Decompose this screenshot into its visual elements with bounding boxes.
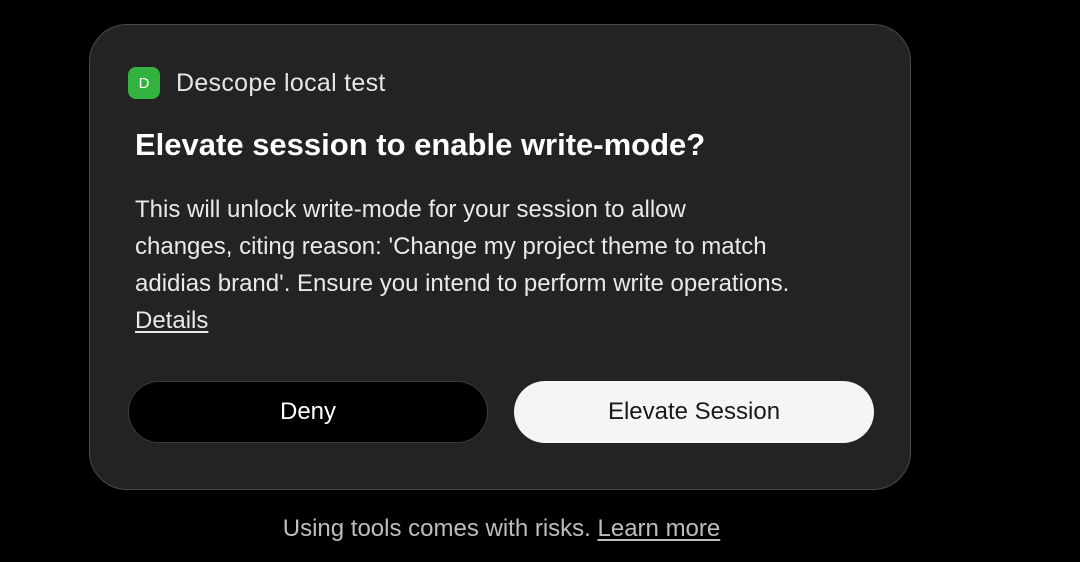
page: D Descope local test Elevate session to … bbox=[0, 0, 1080, 562]
app-name: Descope local test bbox=[176, 68, 386, 97]
deny-button[interactable]: Deny bbox=[128, 381, 488, 443]
risk-notice-text: Using tools comes with risks. bbox=[282, 515, 591, 542]
description-line: changes, citing reason: 'Change my proje… bbox=[135, 233, 767, 260]
app-header: D Descope local test bbox=[128, 67, 386, 99]
elevate-session-button[interactable]: Elevate Session bbox=[514, 381, 874, 443]
risk-notice: Using tools comes with risks. Learn more bbox=[0, 515, 1003, 543]
dialog-description: This will unlock write-mode for your ses… bbox=[135, 191, 880, 339]
details-link[interactable]: Details bbox=[135, 307, 208, 334]
dialog-title: Elevate session to enable write-mode? bbox=[135, 127, 706, 162]
description-line: This will unlock write-mode for your ses… bbox=[135, 196, 686, 223]
learn-more-link[interactable]: Learn more bbox=[598, 515, 721, 542]
app-icon: D bbox=[128, 67, 160, 99]
description-line: adidias brand'. Ensure you intend to per… bbox=[135, 270, 790, 297]
elevate-session-dialog: D Descope local test Elevate session to … bbox=[89, 24, 911, 490]
